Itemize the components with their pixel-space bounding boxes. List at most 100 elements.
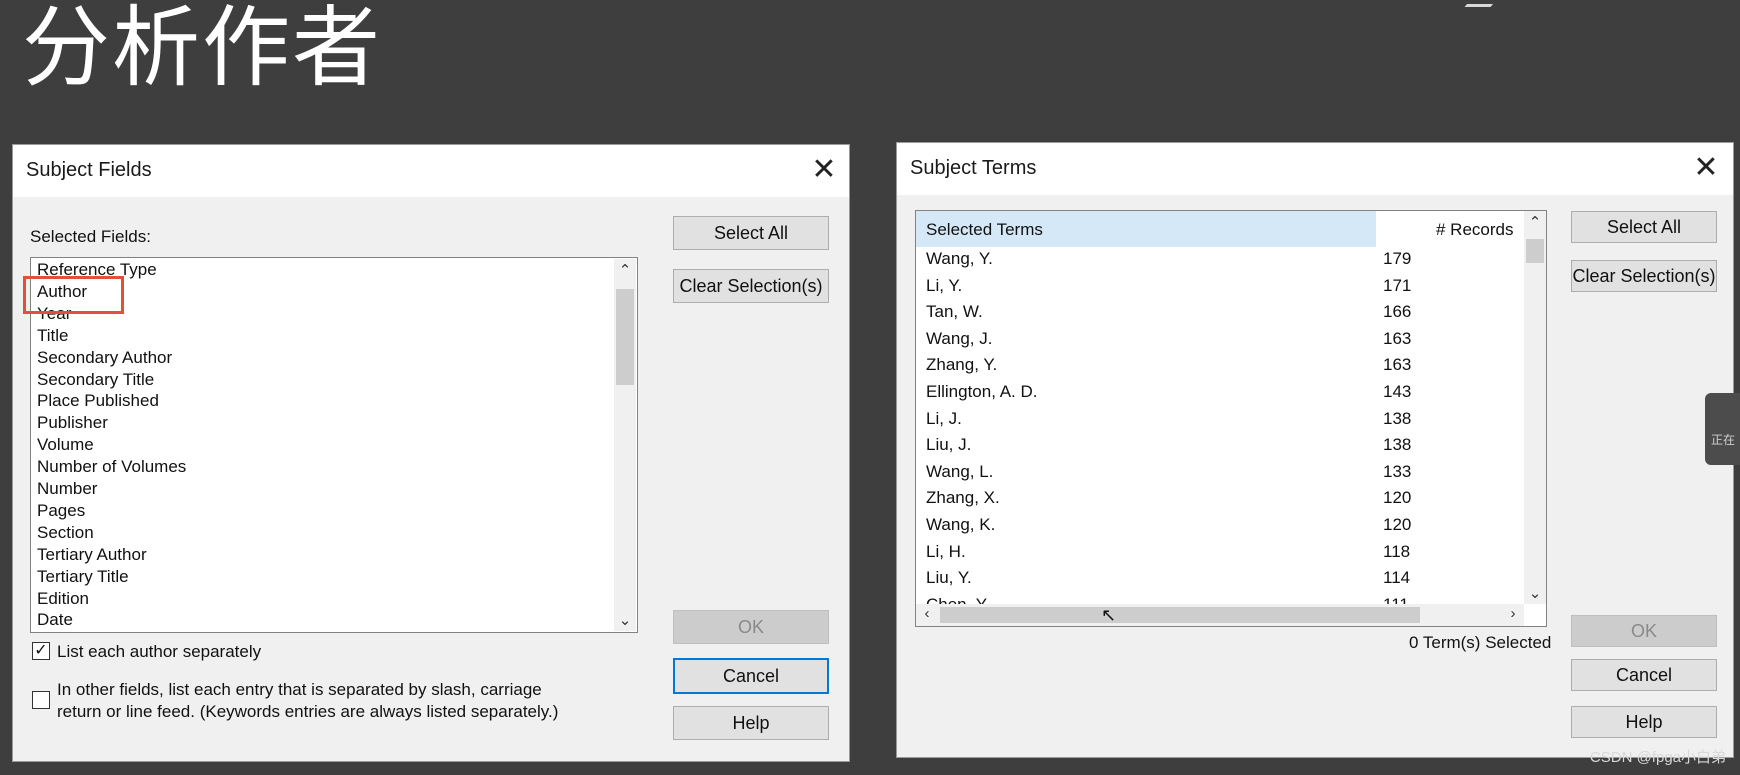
- selected-terms-header-text: Selected Terms: [926, 220, 1043, 239]
- records-column-header[interactable]: # Records: [1436, 220, 1513, 240]
- hscroll-thumb[interactable]: [940, 607, 1420, 623]
- cancel-button[interactable]: Cancel: [1571, 659, 1717, 691]
- fields-scrollbar[interactable]: ⌃ ⌄: [614, 259, 636, 631]
- term-record-count: 179: [1383, 249, 1412, 268]
- scroll-up-icon[interactable]: ⌃: [1524, 213, 1546, 231]
- dialog-title: Subject Terms: [910, 157, 1037, 179]
- term-record-count: 118: [1383, 541, 1411, 561]
- term-row[interactable]: Wang, Y. 179: [916, 249, 1524, 273]
- list-other-fields-label-line1: In other fields, list each entry that is…: [57, 680, 542, 699]
- mouse-pointer-icon: ↖: [1101, 605, 1117, 625]
- corner-decoration: [1464, 0, 1502, 7]
- term-record-count: 138: [1383, 435, 1412, 455]
- term-row[interactable]: Zhang, Y. 163: [916, 355, 1524, 379]
- dialog-titlebar: Subject Fields ✕: [13, 145, 849, 197]
- dialog-title: Subject Fields: [26, 159, 152, 181]
- field-list-item[interactable]: Tertiary Author: [37, 545, 147, 565]
- list-authors-separately-label: List each author separately: [57, 642, 262, 661]
- help-button[interactable]: Help: [673, 706, 829, 740]
- term-row[interactable]: Li, Y. 171: [916, 276, 1524, 300]
- checkmark-icon: ✓: [34, 642, 48, 659]
- terms-vscrollbar[interactable]: ⌃ ⌄: [1524, 211, 1546, 604]
- terms-grid[interactable]: Selected Terms # Records Wang, Y. 179 Li, …: [915, 210, 1547, 627]
- subject-fields-dialog: Subject Fields ✕ Selected Fields: Refere…: [12, 144, 850, 762]
- term-row[interactable]: Li, J. 138: [916, 409, 1524, 433]
- field-list-item[interactable]: Number: [37, 479, 97, 499]
- term-row[interactable]: Wang, K. 120: [916, 515, 1524, 539]
- watermark: CSDN @fpga小白弟: [1589, 749, 1726, 766]
- term-row[interactable]: Wang, J. 163: [916, 329, 1524, 353]
- term-row[interactable]: Wang, L. 133: [916, 462, 1524, 486]
- slide-title: 分析作者: [22, 0, 383, 99]
- term-name: Li, Y.: [926, 275, 963, 295]
- term-name: Wang, Y.: [926, 249, 993, 268]
- term-record-count: 163: [1383, 355, 1412, 375]
- term-row[interactable]: Liu, Y. 114: [916, 568, 1524, 592]
- clear-selection-button[interactable]: Clear Selection(s): [1571, 260, 1717, 292]
- scroll-left-icon[interactable]: ‹: [916, 605, 938, 622]
- field-list-item[interactable]: Secondary Title: [37, 370, 154, 390]
- ok-button[interactable]: OK: [1571, 615, 1717, 647]
- scroll-thumb[interactable]: [1526, 239, 1544, 263]
- field-list-item[interactable]: Date: [37, 610, 73, 630]
- term-record-count: 163: [1383, 328, 1412, 348]
- help-button[interactable]: Help: [1571, 706, 1717, 738]
- term-row[interactable]: Tan, W. 166: [916, 302, 1524, 326]
- dialog-titlebar: Subject Terms ✕: [897, 143, 1733, 195]
- term-row[interactable]: Liu, J. 138: [916, 435, 1524, 459]
- close-icon[interactable]: ✕: [808, 155, 840, 187]
- field-list-item[interactable]: Tertiary Title: [37, 567, 129, 587]
- term-name: Li, J.: [926, 408, 962, 428]
- side-tab-text: 正在: [1711, 433, 1736, 447]
- term-record-count: 166: [1383, 302, 1412, 322]
- term-record-count: 120: [1383, 488, 1412, 508]
- list-authors-separately-checkbox[interactable]: ✓: [32, 642, 50, 660]
- term-row[interactable]: Ellington, A. D. 143: [916, 382, 1524, 406]
- clear-selection-button[interactable]: Clear Selection(s): [673, 269, 829, 303]
- term-name: Wang, J.: [926, 328, 993, 348]
- select-all-button[interactable]: Select All: [1571, 211, 1717, 243]
- term-record-count: 143: [1383, 382, 1412, 401]
- scroll-thumb[interactable]: [616, 289, 634, 385]
- field-list-item[interactable]: Section: [37, 523, 94, 543]
- close-icon[interactable]: ✕: [1690, 153, 1722, 185]
- term-record-count: 133: [1383, 461, 1412, 481]
- scroll-right-icon[interactable]: ›: [1502, 605, 1524, 622]
- select-all-button[interactable]: Select All: [673, 216, 829, 250]
- term-name: Liu, Y.: [926, 568, 972, 588]
- selected-fields-label: Selected Fields:: [30, 227, 151, 246]
- selected-terms-column-header[interactable]: Selected Terms: [916, 211, 1376, 247]
- side-panel-tab[interactable]: 正在: [1705, 393, 1740, 465]
- term-name: Tan, W.: [926, 302, 983, 322]
- term-record-count: 171: [1383, 275, 1412, 295]
- term-name: Zhang, Y.: [926, 355, 998, 375]
- field-list-item[interactable]: Number of Volumes: [37, 457, 186, 477]
- term-row[interactable]: Li, H. 118: [916, 542, 1524, 566]
- term-record-count: 114: [1383, 568, 1411, 588]
- cancel-button[interactable]: Cancel: [673, 658, 829, 694]
- field-list-item[interactable]: Place Published: [37, 391, 159, 411]
- field-list-item[interactable]: Secondary Author: [37, 348, 172, 368]
- term-name: Li, H.: [926, 541, 966, 561]
- terms-selected-status: 0 Term(s) Selected: [1409, 633, 1552, 652]
- term-record-count: 138: [1383, 408, 1412, 428]
- term-name: Wang, K.: [926, 515, 996, 534]
- term-name: Liu, J.: [926, 435, 972, 455]
- terms-hscrollbar[interactable]: ‹ ›: [916, 604, 1524, 626]
- term-name: Zhang, X.: [926, 488, 1000, 508]
- scroll-up-icon[interactable]: ⌃: [614, 261, 636, 279]
- author-highlight-box: [23, 276, 124, 314]
- field-list-item[interactable]: Title: [37, 326, 69, 346]
- field-list-item[interactable]: Publisher: [37, 413, 108, 433]
- grid-header: Selected Terms # Records: [916, 211, 1524, 247]
- field-list-item[interactable]: Edition: [37, 589, 89, 609]
- scroll-down-icon[interactable]: ⌄: [614, 611, 636, 629]
- ok-button[interactable]: OK: [673, 610, 829, 644]
- list-other-fields-label-line2: return or line feed. (Keywords entries a…: [57, 702, 559, 721]
- subject-terms-dialog: Subject Terms ✕ Selected Terms # Records…: [896, 142, 1734, 758]
- scroll-down-icon[interactable]: ⌄: [1524, 584, 1546, 602]
- term-row[interactable]: Zhang, X. 120: [916, 488, 1524, 512]
- field-list-item[interactable]: Pages: [37, 501, 85, 521]
- list-other-fields-checkbox[interactable]: [32, 691, 50, 709]
- field-list-item[interactable]: Volume: [37, 435, 94, 455]
